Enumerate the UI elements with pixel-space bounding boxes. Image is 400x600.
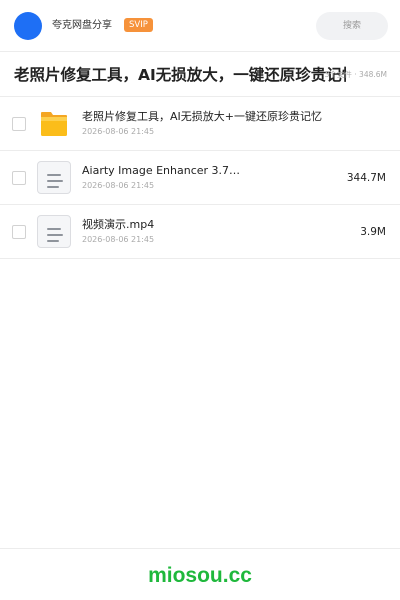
file-date: 2026-08-06 21:45 [82, 127, 155, 136]
footer: miosou.cc [0, 548, 400, 600]
select-checkbox[interactable] [12, 117, 26, 131]
search-input[interactable]: 搜索 [316, 12, 388, 40]
list-item[interactable]: Aiarty Image Enhancer 3.7… 2026-08-06 21… [0, 151, 400, 205]
file-icon [37, 215, 71, 248]
file-name[interactable]: Aiarty Image Enhancer 3.7… [82, 163, 240, 178]
list-item[interactable]: 视频演示.mp4 2026-08-06 21:45 3.9M [0, 205, 400, 259]
file-date: 2026-08-06 21:45 [82, 181, 155, 190]
file-name[interactable]: 视频演示.mp4 [82, 217, 154, 232]
file-icon [37, 161, 71, 194]
avatar[interactable] [14, 12, 42, 40]
file-size: 3.9M [360, 226, 386, 238]
share-title-bar: 老照片修复工具，AI无损放大，一键还原珍贵记忆 3个文件 · 348.6M [0, 53, 400, 97]
share-meta: 3个文件 · 348.6M [324, 70, 387, 79]
folder-icon [41, 112, 67, 136]
watermark-text: miosou.cc [148, 564, 252, 587]
select-checkbox[interactable] [12, 225, 26, 239]
page-title: 老照片修复工具，AI无损放大，一键还原珍贵记忆 [14, 66, 346, 84]
svip-badge: SVIP [124, 18, 153, 32]
file-date: 2026-08-06 21:45 [82, 235, 155, 244]
list-item[interactable]: 老照片修复工具，AI无损放大+一键还原珍贵记忆 2026-08-06 21:45 [0, 97, 400, 151]
file-name[interactable]: 老照片修复工具，AI无损放大+一键还原珍贵记忆 [82, 109, 322, 124]
file-size: 344.7M [346, 172, 386, 184]
header: 夸克网盘分享 SVIP 搜索 [0, 0, 400, 52]
brand-name: 夸克网盘分享 [52, 20, 112, 31]
select-checkbox[interactable] [12, 171, 26, 185]
